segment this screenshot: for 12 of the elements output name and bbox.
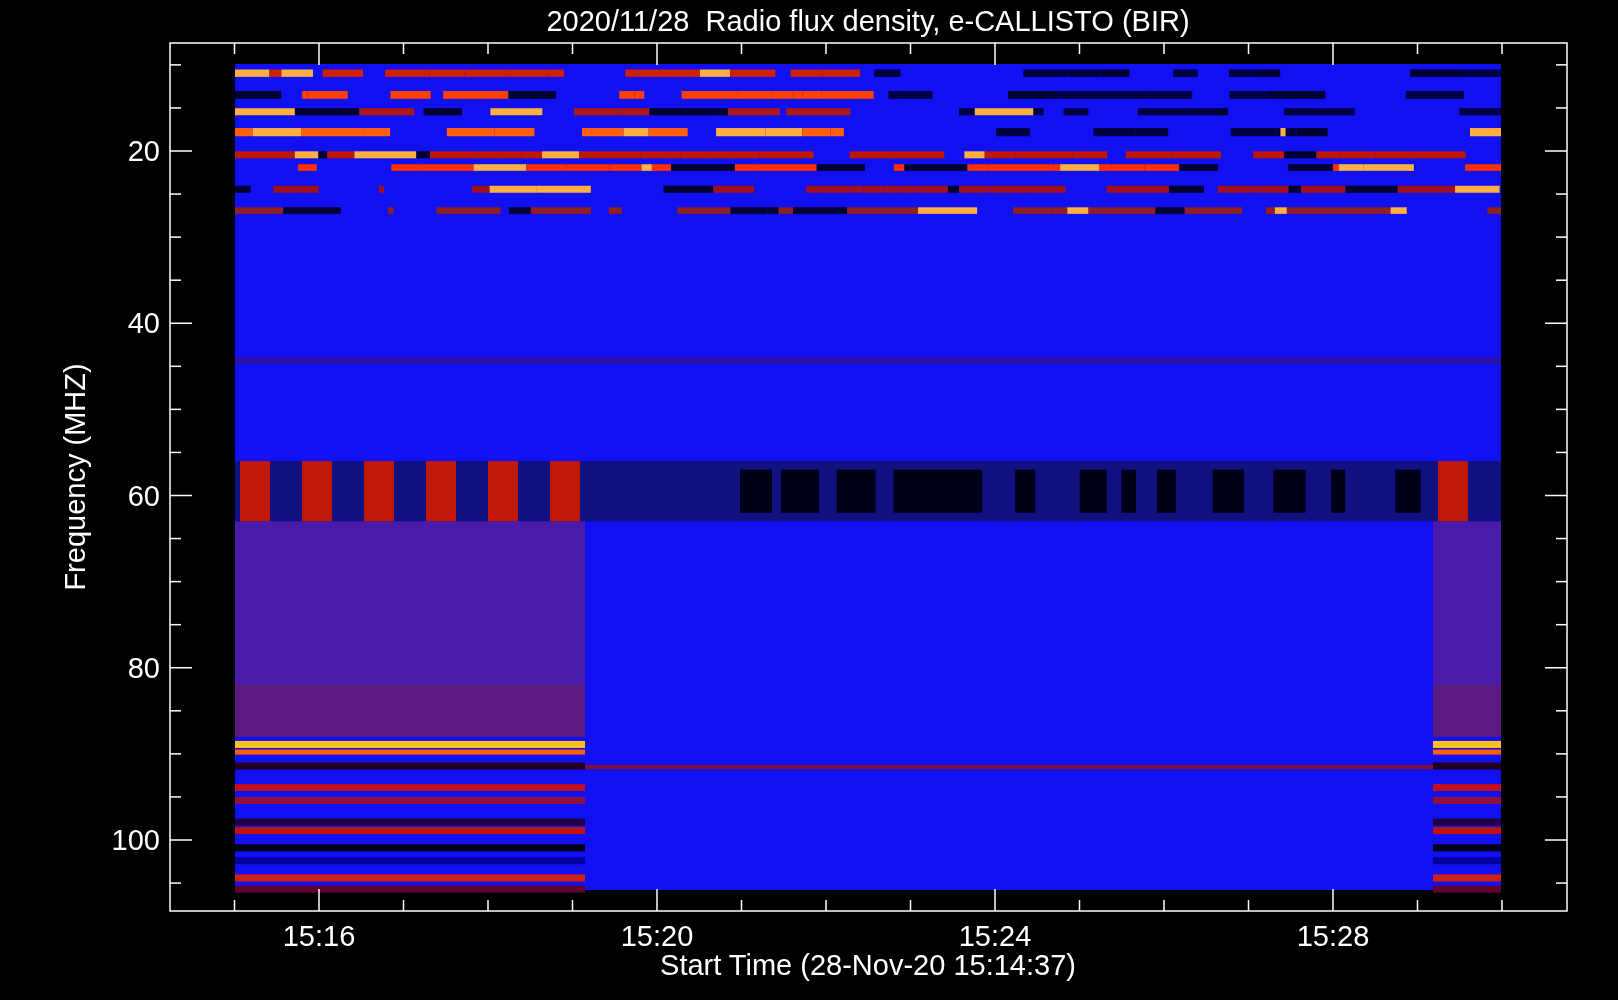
y-tick-label: 20: [127, 135, 160, 167]
y-tick-label: 100: [111, 824, 160, 856]
x-tick-label: 15:16: [282, 920, 356, 952]
y-axis-label: Frequency (MHZ): [59, 363, 91, 591]
y-tick-label: 60: [127, 479, 160, 512]
x-tick-label: 15:28: [1296, 920, 1370, 952]
x-tick-label: 15:24: [958, 920, 1032, 952]
plot-title: 2020/11/28 Radio flux density, e-CALLISTO (BIR): [546, 5, 1190, 37]
x-tick-label: 15:20: [620, 920, 694, 952]
x-axis-label: Start Time (28-Nov-20 15:14:37): [660, 949, 1076, 981]
y-tick-label: 40: [127, 307, 160, 340]
y-tick-label: 80: [127, 651, 160, 684]
